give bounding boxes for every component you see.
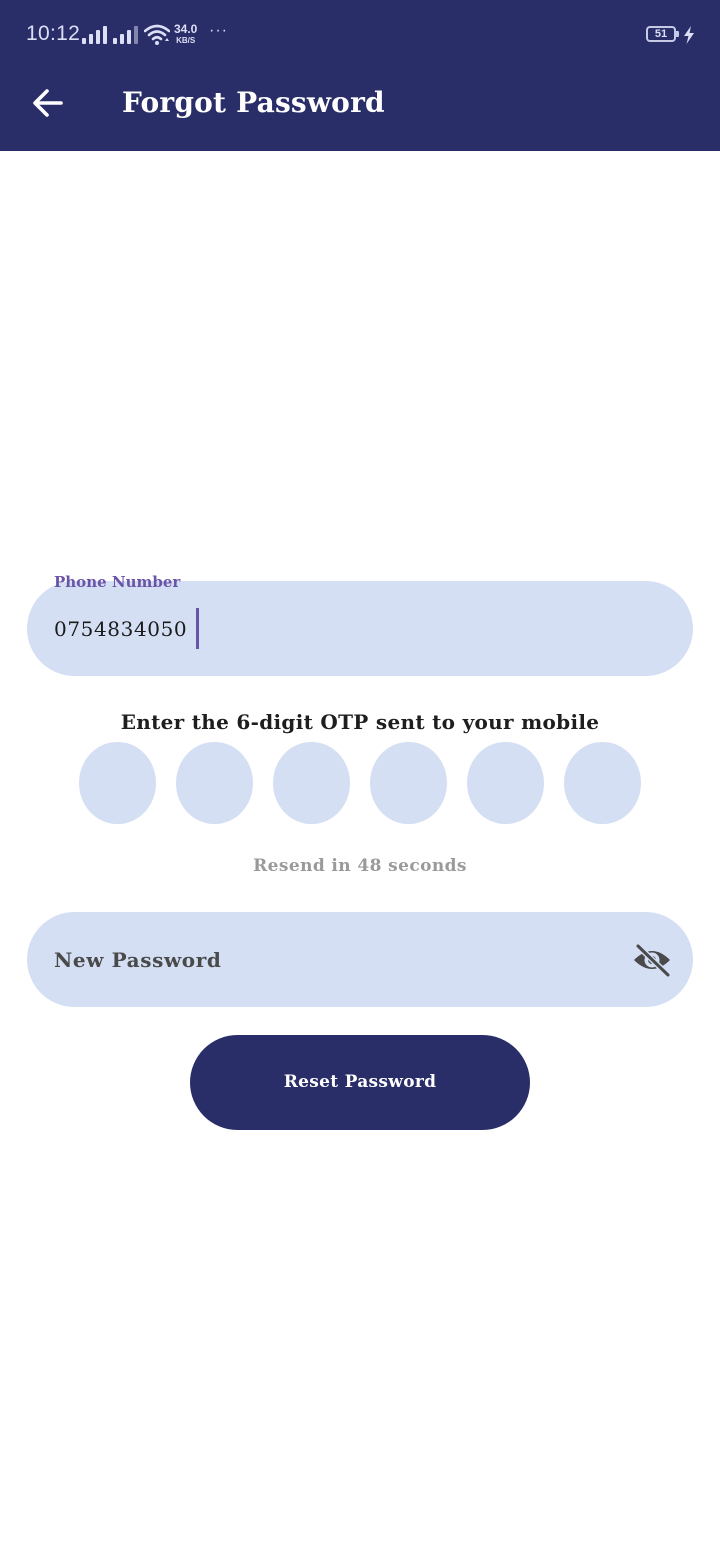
app-bar: 10:12 34.0 KB/S ··· 51 Forgot Password (0, 0, 720, 151)
page-title: Forgot Password (122, 86, 385, 119)
more-notifications-icon: ··· (209, 22, 228, 39)
new-password-field[interactable]: New Password (27, 912, 693, 1007)
otp-digit-2[interactable] (176, 742, 253, 824)
resend-countdown: Resend in 48 seconds (253, 856, 467, 876)
otp-digit-6[interactable] (564, 742, 641, 824)
network-speed: 34.0 KB/S (174, 22, 198, 46)
network-speed-unit: KB/S (176, 36, 196, 45)
phone-number-label: Phone Number (54, 573, 181, 591)
status-bar: 10:12 34.0 KB/S ··· 51 (0, 0, 720, 70)
otp-digit-5[interactable] (467, 742, 544, 824)
wifi-icon (144, 24, 170, 45)
network-speed-value: 34.0 (174, 22, 198, 36)
battery-icon: 51 (646, 26, 679, 42)
visibility-off-icon[interactable] (632, 942, 672, 978)
signal-strength-icon-2 (113, 26, 139, 44)
otp-prompt: Enter the 6-digit OTP sent to your mobil… (120, 710, 600, 734)
otp-digit-1[interactable] (79, 742, 156, 824)
phone-number-input[interactable]: 0754834050 (54, 617, 187, 641)
back-arrow-icon[interactable] (31, 86, 65, 120)
signal-strength-icon (82, 26, 108, 44)
reset-password-button[interactable]: Reset Password (190, 1035, 530, 1130)
charging-bolt-icon (684, 26, 694, 44)
otp-digit-4[interactable] (370, 742, 447, 824)
otp-digit-3[interactable] (273, 742, 350, 824)
text-cursor (196, 608, 199, 649)
new-password-input[interactable]: New Password (54, 948, 221, 972)
battery-level: 51 (654, 28, 668, 40)
phone-number-field[interactable]: 0754834050 (27, 581, 693, 676)
status-time: 10:12 (26, 22, 81, 45)
